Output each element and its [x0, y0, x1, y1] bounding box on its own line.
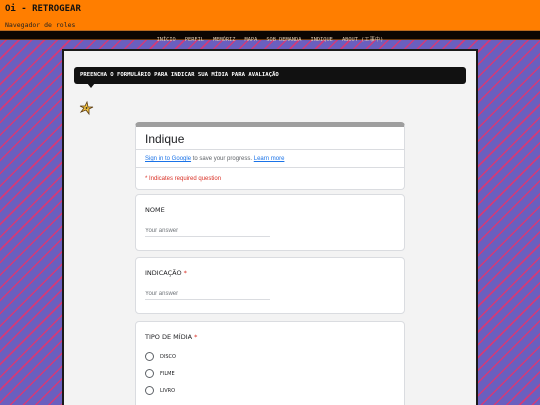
signin-text: to save your progress. [191, 156, 254, 162]
radio-circle[interactable] [145, 352, 154, 361]
question-label-text: INDICAÇÃO [145, 269, 182, 277]
main-nav: INÍCIO PERFIL MEMÓRIZ MAPA SOB DEMANDA I… [0, 30, 540, 43]
question-card-nome: NOME [135, 194, 405, 251]
form-header-card: Indique Sign in to Google to save your p… [135, 122, 405, 190]
content-panel: PREENCHA O FORMULÁRIO PARA INDICAR SUA M… [62, 49, 478, 405]
mascot-icon [79, 100, 94, 116]
nav-item-mapa[interactable]: MAPA [245, 37, 258, 43]
instruction-banner: PREENCHA O FORMULÁRIO PARA INDICAR SUA M… [74, 67, 466, 84]
divider [136, 149, 404, 150]
site-header: Oi - RETROGEAR Navegador de roles [0, 0, 540, 30]
nav-item-perfil[interactable]: PERFIL [185, 37, 204, 43]
nav-item-inicio[interactable]: INÍCIO [157, 37, 176, 43]
question-label: INDICAÇÃO * [145, 269, 187, 277]
nome-input[interactable] [145, 226, 270, 237]
question-label: TIPO DE MÍDIA * [145, 333, 197, 341]
required-asterisk: * [183, 269, 187, 277]
divider [136, 167, 404, 168]
banner-tail [87, 83, 95, 88]
radio-circle[interactable] [145, 386, 154, 395]
nav-item-sob-demanda[interactable]: SOB DEMANDA [266, 37, 301, 43]
form-title: Indique [145, 132, 185, 146]
required-asterisk: * [194, 333, 198, 341]
question-card-tipo-de-midia: TIPO DE MÍDIA * DISCO FILME LIVRO [135, 321, 405, 405]
radio-circle[interactable] [145, 369, 154, 378]
radio-label: DISCO [160, 354, 176, 360]
signin-line: Sign in to Google to save your progress.… [145, 156, 284, 162]
question-label: NOME [145, 206, 165, 214]
required-note: * Indicates required question [145, 176, 222, 182]
nav-item-about[interactable]: ABOUT (工事中) [342, 37, 383, 43]
learn-more-link[interactable]: Learn more [254, 156, 285, 162]
signin-link[interactable]: Sign in to Google [145, 156, 191, 162]
site-title[interactable]: Oi - RETROGEAR [5, 4, 535, 14]
radio-label: FILME [160, 371, 175, 377]
radio-label: LIVRO [160, 388, 176, 394]
question-card-indicacao: INDICAÇÃO * [135, 257, 405, 314]
nav-item-memoriz[interactable]: MEMÓRIZ [213, 37, 235, 43]
site-subtitle: Navegador de roles [5, 21, 76, 29]
question-label-text: NOME [145, 206, 165, 214]
nav-item-indique[interactable]: INDIQUE [311, 37, 333, 43]
indicacao-input[interactable] [145, 289, 270, 300]
question-label-text: TIPO DE MÍDIA [145, 333, 193, 341]
